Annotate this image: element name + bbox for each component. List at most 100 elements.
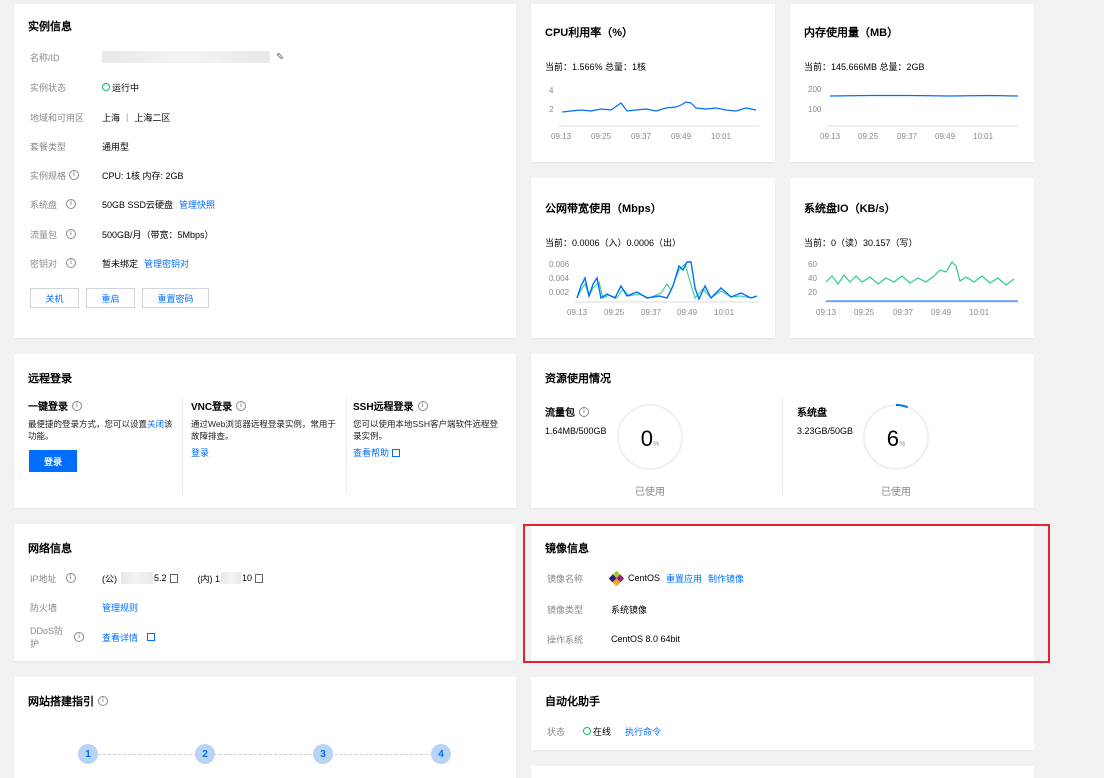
instance-spec-value: CPU: 1核 内存: 2GB bbox=[102, 170, 184, 181]
instance-disk-label-text: 系统盘 bbox=[30, 199, 58, 210]
info-icon[interactable]: i bbox=[66, 258, 77, 268]
instance-info-card: 实例信息 名称/ID ✎ 实例状态 运行中 地域和可用区 上海 | 上海二区 套… bbox=[14, 4, 516, 338]
x-tick-label: 10:01 bbox=[973, 132, 994, 141]
automation-status-row: 状态 在线 执行命令 bbox=[547, 724, 661, 738]
info-icon[interactable]: i bbox=[236, 400, 247, 411]
disk-used-label: 已使用 bbox=[881, 487, 911, 498]
disable-one-click-link[interactable]: 关闭 bbox=[147, 419, 164, 429]
instance-name-row: 名称/ID ✎ bbox=[30, 50, 284, 64]
instance-package-label: 套餐类型 bbox=[30, 141, 67, 152]
remote-login-title: 远程登录 bbox=[28, 373, 72, 385]
edit-icon[interactable]: ✎ bbox=[276, 52, 284, 63]
guide-step[interactable]: 4 bbox=[431, 744, 451, 764]
info-icon[interactable]: i bbox=[98, 696, 108, 706]
section-divider bbox=[346, 398, 347, 494]
external-link-icon[interactable] bbox=[147, 633, 156, 641]
info-icon[interactable]: i bbox=[69, 170, 80, 180]
instance-spec-row: 实例规格 i CPU: 1核 内存: 2GB bbox=[30, 168, 184, 182]
one-click-login-section: 一键登录 i 最便捷的登录方式，您可以设置关闭该功能。 登录 bbox=[28, 398, 178, 472]
ssh-help-link[interactable]: 查看帮助 bbox=[353, 446, 389, 459]
x-tick-label: 09:37 bbox=[631, 132, 652, 141]
ddos-row: DDoS防护 i 查看详情 bbox=[30, 626, 156, 649]
info-icon[interactable]: i bbox=[65, 573, 76, 583]
instance-spec-label: 实例规格 i bbox=[30, 169, 84, 182]
vnc-login-title: VNC登录 bbox=[191, 402, 233, 413]
instance-spec-label-text: 实例规格 bbox=[30, 170, 67, 181]
ssh-login-desc: 您可以使用本地SSH客户端软件远程登录实例。 bbox=[353, 419, 498, 441]
vnc-login-desc: 通过Web浏览器远程登录实例，常用于故障排查。 bbox=[191, 419, 336, 441]
region-divider: | bbox=[126, 112, 129, 122]
instance-info-title: 实例信息 bbox=[28, 21, 72, 33]
cpu-series-line bbox=[561, 101, 757, 113]
copy-icon[interactable] bbox=[255, 573, 264, 583]
ddos-label: DDoS防护 i bbox=[30, 624, 84, 650]
info-icon[interactable]: i bbox=[66, 229, 77, 239]
traffic-used-label: 已使用 bbox=[635, 487, 665, 498]
ip-address-label-text: IP地址 bbox=[30, 573, 57, 584]
one-click-login-title: 一键登录 bbox=[28, 402, 68, 413]
x-tick-label: 09:37 bbox=[641, 308, 662, 317]
resource-divider bbox=[782, 398, 783, 494]
instance-name-value bbox=[102, 51, 270, 63]
instance-status-value: 运行中 bbox=[102, 81, 139, 94]
automation-status-text: 在线 bbox=[593, 726, 612, 737]
instance-package-value: 通用型 bbox=[102, 141, 130, 152]
disk-percent: 6% bbox=[861, 426, 931, 452]
x-tick-label: 09:13 bbox=[551, 132, 572, 141]
firewall-row: 防火墙 管理规则 bbox=[30, 600, 138, 614]
one-click-login-desc: 最便捷的登录方式，您可以设置关闭该功能。 bbox=[28, 418, 178, 442]
manage-snapshot-link[interactable]: 管理快照 bbox=[179, 198, 215, 211]
section-divider bbox=[182, 398, 183, 494]
instance-traffic-row: 流量包 i 500GB/月（带宽：5Mbps） bbox=[30, 227, 214, 241]
ip-address-row: IP地址 i (公) 5.2 (内) 1 10 bbox=[30, 571, 264, 585]
manage-rules-link[interactable]: 管理规则 bbox=[102, 601, 138, 614]
instance-key-label: 密钥对 i bbox=[30, 257, 84, 270]
guide-step[interactable]: 2 bbox=[195, 744, 215, 764]
shutdown-button[interactable]: 关机 bbox=[30, 288, 79, 308]
instance-zone-value: 上海二区 bbox=[134, 112, 171, 123]
resource-usage-title: 资源使用情况 bbox=[545, 373, 611, 385]
running-status-icon bbox=[102, 82, 110, 91]
website-guide-card: 网站搭建指引 i 1 2 3 4 bbox=[14, 677, 516, 778]
reset-password-button[interactable]: 重置密码 bbox=[142, 288, 209, 308]
info-icon[interactable]: i bbox=[74, 632, 84, 642]
manage-keypair-link[interactable]: 管理密钥对 bbox=[144, 257, 189, 270]
instance-traffic-label: 流量包 i bbox=[30, 228, 84, 241]
disk-write-line bbox=[825, 261, 1015, 286]
x-tick-label: 09:13 bbox=[816, 308, 837, 317]
memory-series-line bbox=[829, 94, 1019, 97]
one-click-desc-text: 最便捷的登录方式，您可以设置 bbox=[28, 419, 148, 429]
info-icon[interactable]: i bbox=[72, 400, 82, 411]
x-tick-label: 09:37 bbox=[897, 132, 918, 141]
x-tick-label: 09:25 bbox=[591, 132, 612, 141]
instance-status-label: 实例状态 bbox=[30, 82, 67, 93]
info-icon[interactable]: i bbox=[579, 406, 589, 417]
view-details-link[interactable]: 查看详情 bbox=[102, 631, 138, 644]
guide-step[interactable]: 3 bbox=[313, 744, 333, 764]
resource-usage-card: 资源使用情况 流量包 i 1.64MB/500GB 0% 已使用 系统盘 3.2… bbox=[531, 354, 1034, 508]
external-link-icon[interactable] bbox=[392, 448, 401, 457]
ddos-label-text: DDoS防护 bbox=[30, 626, 64, 649]
run-command-link[interactable]: 执行命令 bbox=[625, 725, 661, 738]
one-click-login-button[interactable]: 登录 bbox=[29, 450, 77, 472]
guide-step[interactable]: 1 bbox=[78, 744, 98, 764]
x-tick-label: 09:13 bbox=[567, 308, 588, 317]
info-icon[interactable]: i bbox=[417, 400, 428, 411]
disk-io-card: 系统盘IO（KB/s） 当前：0（读）30.157（写） 60 40 20 09… bbox=[790, 178, 1034, 338]
instance-region-value: 上海 bbox=[102, 112, 121, 123]
x-tick-label: 09:49 bbox=[931, 308, 952, 317]
automation-card: 自动化助手 状态 在线 执行命令 bbox=[531, 677, 1034, 750]
ssh-login-title: SSH远程登录 bbox=[353, 402, 414, 413]
instance-name-label: 名称/ID bbox=[30, 52, 60, 63]
x-tick-label: 09:49 bbox=[671, 132, 692, 141]
x-tick-label: 09:13 bbox=[820, 132, 841, 141]
x-tick-label: 09:25 bbox=[858, 132, 879, 141]
info-icon[interactable]: i bbox=[66, 199, 77, 209]
website-guide-title-row: 网站搭建指引 i bbox=[28, 693, 108, 709]
cpu-usage-card: CPU利用率（%） 当前：1.566% 总量：1核 4 2 09:13 09:2… bbox=[531, 4, 775, 162]
restart-button[interactable]: 重启 bbox=[86, 288, 135, 308]
x-tick-label: 10:01 bbox=[714, 308, 735, 317]
copy-icon[interactable] bbox=[169, 573, 178, 583]
x-tick-label: 09:37 bbox=[893, 308, 914, 317]
vnc-login-link[interactable]: 登录 bbox=[191, 446, 343, 459]
